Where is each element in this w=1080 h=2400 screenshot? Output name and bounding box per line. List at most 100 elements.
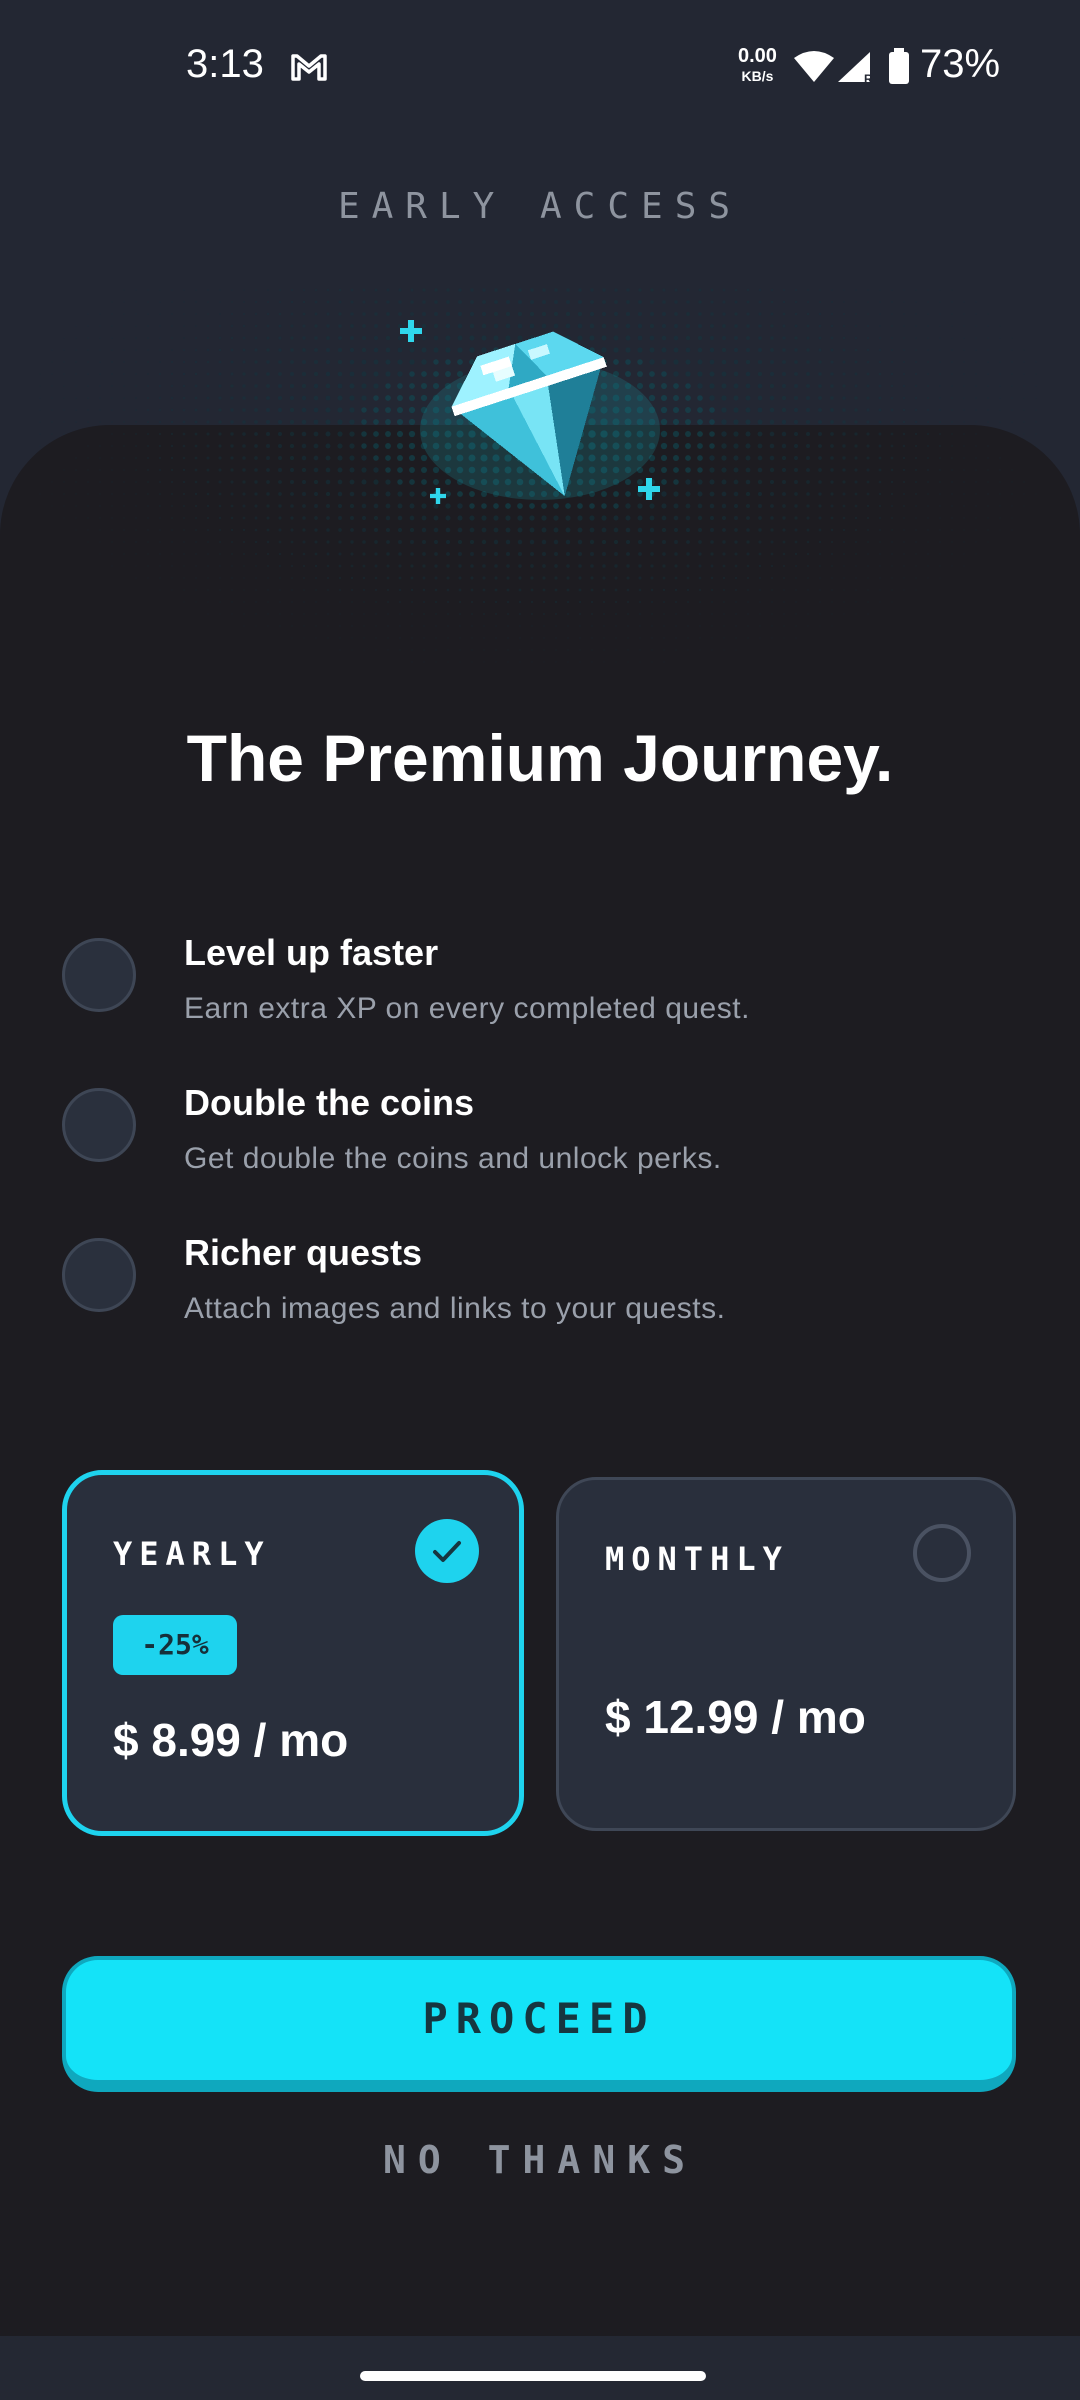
glow-dot — [290, 480, 294, 484]
glow-dot — [385, 431, 391, 437]
glow-dot — [409, 491, 415, 497]
glow-dot — [578, 576, 582, 580]
glow-dot — [697, 443, 703, 449]
glow-dot — [698, 540, 702, 544]
glow-dot — [530, 576, 534, 580]
glow-dot — [830, 444, 834, 448]
glow-dot — [421, 479, 427, 485]
signal-icon: R — [838, 52, 873, 84]
glow-dot — [147, 517, 149, 519]
glow-dot — [194, 432, 198, 436]
glow-dot — [663, 613, 665, 615]
no-thanks-button[interactable]: NO THANKS — [0, 2138, 1080, 2182]
glow-dot — [746, 516, 750, 520]
glow-dot — [278, 552, 282, 556]
glow-dot — [747, 613, 749, 615]
glow-dot — [819, 625, 821, 627]
glow-dot — [349, 443, 355, 449]
glow-dot — [650, 564, 654, 568]
glow-dot — [135, 469, 137, 471]
glow-dot — [350, 588, 354, 592]
glow-dot — [927, 565, 929, 567]
glow-dot — [805, 431, 811, 437]
glow-dot — [423, 649, 425, 651]
glow-dot — [660, 430, 668, 438]
glow-dot — [830, 468, 834, 472]
glow-dot — [135, 433, 137, 435]
glow-dot — [626, 552, 630, 556]
glow-dot — [555, 613, 557, 615]
glow-dot — [757, 443, 763, 449]
glow-dot — [903, 517, 905, 519]
glow-dot — [421, 539, 427, 545]
glow-dot — [361, 491, 367, 497]
glow-dot — [529, 539, 535, 545]
feature-description: Attach images and links to your quests. — [184, 1292, 726, 1325]
glow-dot — [686, 564, 690, 568]
glow-dot — [159, 541, 161, 543]
glow-dot — [279, 589, 281, 591]
glow-dot — [543, 649, 545, 651]
glow-dot — [854, 492, 858, 496]
glow-dot — [819, 601, 821, 603]
glow-dot — [602, 600, 606, 604]
glow-dot — [267, 601, 269, 603]
proceed-button[interactable]: PROCEED — [62, 1956, 1016, 2092]
glow-dot — [75, 457, 77, 459]
plan-card-yearly[interactable]: YEARLY -25% $ 8.99 / mo — [62, 1470, 524, 1836]
glow-dot — [87, 505, 89, 507]
glow-dot — [627, 637, 629, 639]
glow-dot — [782, 564, 786, 568]
glow-dot — [673, 527, 679, 533]
glow-dot — [795, 637, 797, 639]
glow-dot — [434, 576, 438, 580]
glow-dot — [735, 625, 737, 627]
radio-unselected-icon[interactable] — [913, 1524, 971, 1582]
glow-dot — [625, 527, 631, 533]
glow-dot — [698, 588, 702, 592]
glow-dot — [397, 527, 403, 533]
glow-dot — [939, 433, 941, 435]
glow-dot — [806, 456, 810, 460]
glow-dot — [314, 540, 318, 544]
glow-dot — [147, 481, 149, 483]
glow-dot — [891, 589, 893, 591]
glow-dot — [207, 565, 209, 567]
diamond-gem-icon — [451, 331, 607, 497]
glow-dot — [529, 527, 535, 533]
glow-dot — [674, 540, 678, 544]
glow-dot — [135, 565, 137, 567]
glow-dot — [890, 444, 894, 448]
glow-dot — [769, 467, 775, 473]
glow-dot — [541, 551, 547, 557]
glow-dot — [314, 504, 318, 508]
glow-dot — [710, 576, 714, 580]
glow-dot — [325, 467, 331, 473]
glow-dot — [710, 564, 714, 568]
glow-dot — [951, 541, 953, 543]
glow-dot — [218, 444, 222, 448]
glow-dot — [903, 565, 905, 567]
glow-dot — [267, 589, 269, 591]
glow-dot — [206, 444, 210, 448]
glow-dot — [302, 564, 306, 568]
glow-dot — [709, 491, 715, 497]
glow-dot — [505, 527, 511, 533]
glow-dot — [255, 565, 257, 567]
glow-dot — [111, 517, 113, 519]
plan-name: MONTHLY — [605, 1540, 789, 1578]
glow-dot — [673, 503, 679, 509]
glow-dot — [146, 432, 150, 436]
glow-dot — [422, 588, 426, 592]
home-indicator[interactable] — [360, 2371, 706, 2381]
glow-dot — [746, 564, 750, 568]
glow-dot — [831, 577, 833, 579]
glow-dot — [771, 613, 773, 615]
plan-card-monthly[interactable]: MONTHLY $ 12.99 / mo — [556, 1477, 1016, 1831]
glow-dot — [207, 529, 209, 531]
glow-dot — [326, 564, 330, 568]
glow-dot — [879, 577, 881, 579]
glow-dot — [818, 468, 822, 472]
glow-dot — [459, 625, 461, 627]
glow-dot — [207, 577, 209, 579]
